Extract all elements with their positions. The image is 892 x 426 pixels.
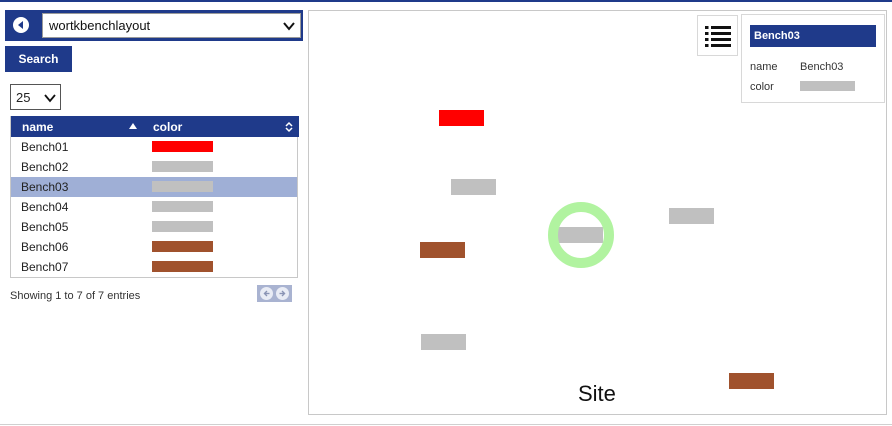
map-bench-bench07[interactable]: [729, 373, 774, 389]
cell-name: Bench07: [21, 260, 69, 274]
layer-bar: wortkbenchlayout: [5, 10, 303, 41]
table-row[interactable]: Bench01: [11, 137, 297, 157]
layer-select[interactable]: wortkbenchlayout: [42, 13, 301, 38]
map-bench-bench01[interactable]: [439, 110, 484, 126]
color-swatch: [152, 141, 213, 152]
cell-name: Bench01: [21, 140, 69, 154]
back-button[interactable]: [13, 17, 29, 33]
page-next-button[interactable]: [276, 287, 289, 300]
legend-button[interactable]: [697, 15, 738, 56]
color-swatch: [152, 181, 213, 192]
table-row[interactable]: Bench04: [11, 197, 297, 217]
popup-color-swatch: [800, 81, 855, 91]
page-prev-icon: [263, 290, 270, 297]
top-border: [0, 0, 892, 2]
map-bench-bench02[interactable]: [451, 179, 496, 195]
color-swatch: [152, 241, 213, 252]
page-prev-button[interactable]: [260, 287, 273, 300]
table-row[interactable]: Bench05: [11, 217, 297, 237]
column-header-color[interactable]: color: [153, 120, 182, 134]
table-row[interactable]: Bench06: [11, 237, 297, 257]
table-info: Showing 1 to 7 of 7 entries: [10, 290, 141, 302]
cell-name: Bench06: [21, 240, 69, 254]
page-size-select[interactable]: 25: [10, 84, 61, 110]
cell-name: Bench02: [21, 160, 69, 174]
map-bench-bench05[interactable]: [421, 334, 466, 350]
page-next-icon: [279, 290, 286, 297]
page-size-value: 25: [16, 90, 31, 105]
map-view[interactable]: Site Bench03 name Bench03 color: [308, 10, 887, 415]
cell-name: Bench05: [21, 220, 69, 234]
popup-key-name: name: [750, 61, 778, 73]
bottom-border: [0, 424, 892, 425]
map-bench-bench03[interactable]: [558, 227, 603, 243]
feature-popup: Bench03 name Bench03 color: [741, 14, 885, 103]
map-bench-bench06[interactable]: [420, 242, 465, 258]
column-header-name[interactable]: name: [22, 120, 53, 134]
table-row-selected[interactable]: Bench03: [11, 177, 297, 197]
search-button[interactable]: Search: [5, 46, 72, 72]
chevron-down-icon: [44, 94, 56, 103]
chevron-down-icon: [283, 22, 295, 31]
sort-both-icon[interactable]: [285, 121, 293, 133]
pagination: [257, 285, 292, 302]
popup-value-name: Bench03: [800, 61, 844, 73]
table-row[interactable]: Bench07: [11, 257, 297, 277]
color-swatch: [152, 261, 213, 272]
table-header: name color: [11, 116, 299, 137]
cell-name: Bench03: [21, 180, 69, 194]
cell-name: Bench04: [21, 200, 69, 214]
sort-asc-icon[interactable]: [129, 123, 137, 129]
layer-select-value: wortkbenchlayout: [49, 18, 151, 33]
color-swatch: [152, 161, 213, 172]
popup-title: Bench03: [750, 25, 876, 47]
back-arrow-icon: [18, 21, 23, 29]
legend-list-icon: [705, 26, 731, 47]
site-label: Site: [578, 381, 616, 406]
bench-table: name color Bench01 Bench02 Bench03 Bench…: [10, 116, 299, 278]
table-row[interactable]: Bench02: [11, 157, 297, 177]
color-swatch: [152, 221, 213, 232]
color-swatch: [152, 201, 213, 212]
popup-key-color: color: [750, 81, 774, 93]
map-bench-bench04[interactable]: [669, 208, 714, 224]
